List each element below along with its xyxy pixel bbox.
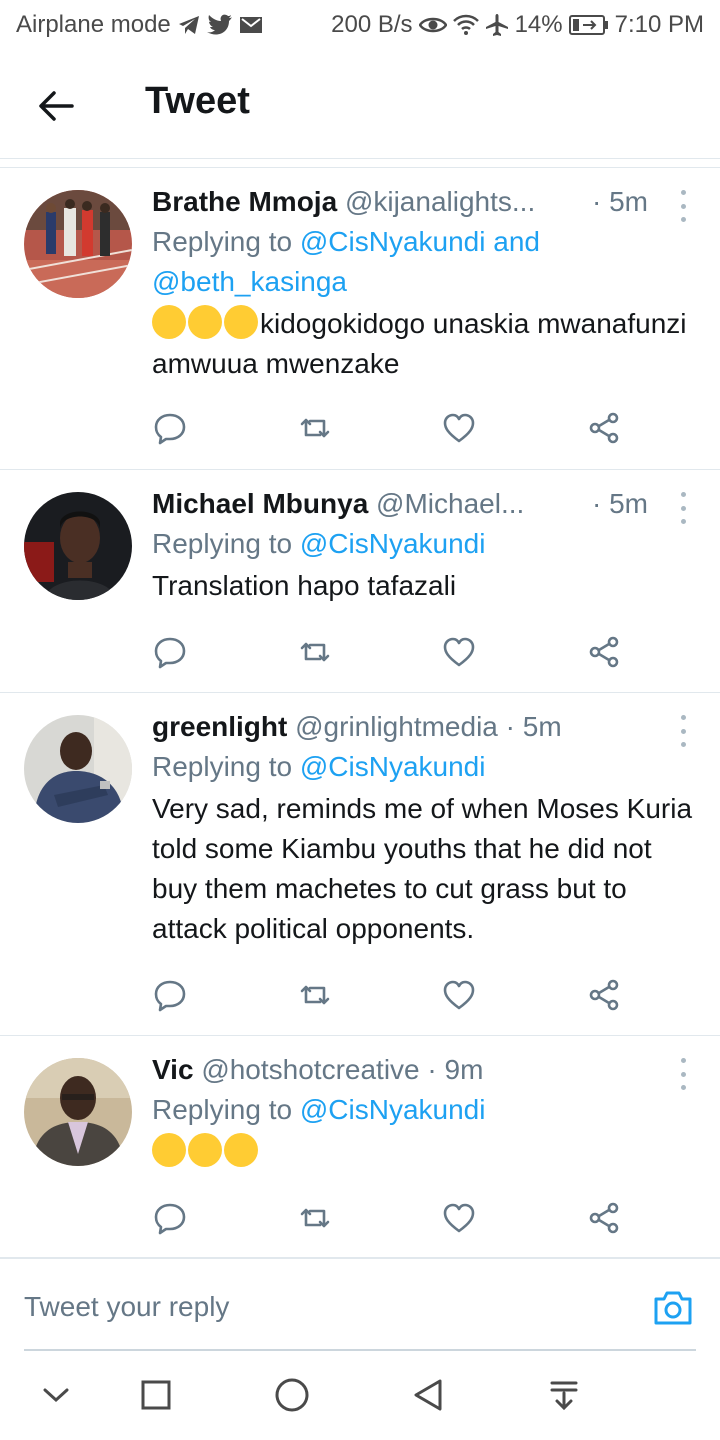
author-name[interactable]: Michael Mbunya xyxy=(152,488,368,519)
share-icon[interactable] xyxy=(586,410,622,446)
replying-to: Replying to @CisNyakundi and @beth_kasin… xyxy=(152,222,700,302)
mention-link[interactable]: @CisNyakundi xyxy=(300,1094,486,1125)
mention-link[interactable]: @CisNyakundi xyxy=(300,528,486,559)
author-handle[interactable]: @hotshotcreative xyxy=(201,1054,419,1085)
header-divider xyxy=(0,158,720,168)
share-icon[interactable] xyxy=(586,1200,622,1236)
tweet-time: · 5m xyxy=(586,182,648,222)
flushed-face-icon xyxy=(152,1133,186,1167)
reply-icon[interactable] xyxy=(152,1200,188,1236)
battery-percent: 14% xyxy=(514,11,563,38)
reply-composer: Tweet your reply xyxy=(0,1258,720,1351)
tweet-body: greenlight @grinlightmedia · 5m Replying… xyxy=(152,707,700,949)
mail-icon xyxy=(239,15,263,35)
retweet-icon[interactable] xyxy=(297,1200,333,1236)
tweet-text-block: kidogokidogo unaskia mwanafunzi amwuua m… xyxy=(152,304,700,384)
page-title: Tweet xyxy=(145,80,250,122)
like-icon[interactable] xyxy=(441,410,477,446)
like-icon[interactable] xyxy=(441,1200,477,1236)
app-header: Tweet xyxy=(0,50,720,160)
loudly-crying-face-icon xyxy=(188,305,222,339)
more-options-icon[interactable] xyxy=(672,492,694,524)
avatar[interactable] xyxy=(24,190,132,298)
share-icon[interactable] xyxy=(586,634,622,670)
more-options-icon[interactable] xyxy=(672,715,694,747)
tweet-text-block xyxy=(152,1132,700,1172)
author-handle[interactable]: @Michael... xyxy=(376,488,524,519)
tweet-actions xyxy=(152,634,622,670)
status-bar: Airplane mode 200 B/s 14% 7:10 PM xyxy=(0,0,720,50)
replying-to-label: Replying to xyxy=(152,226,293,257)
tweet-item[interactable]: Vic @hotshotcreative · 9m Replying to @C… xyxy=(0,1036,720,1258)
system-nav-bar xyxy=(0,1350,720,1440)
status-right: 200 B/s 14% 7:10 PM xyxy=(331,11,704,39)
tweet-meta: Vic @hotshotcreative · 9m xyxy=(152,1050,700,1090)
avatar[interactable] xyxy=(24,492,132,600)
tweet-actions xyxy=(152,410,622,446)
like-icon[interactable] xyxy=(441,634,477,670)
avatar[interactable] xyxy=(24,715,132,823)
author-handle[interactable]: @grinlightmedia xyxy=(295,711,498,742)
back-arrow-icon[interactable] xyxy=(36,86,76,126)
tweet-meta: greenlight @grinlightmedia · 5m xyxy=(152,707,700,747)
clock: 7:10 PM xyxy=(614,11,704,38)
replying-to-label: Replying to xyxy=(152,751,293,782)
back-icon[interactable] xyxy=(405,1372,451,1418)
flushed-face-icon xyxy=(224,1133,258,1167)
avatar[interactable] xyxy=(24,1058,132,1166)
reply-feed: Brathe Mmoja @kijanalights... Replying t… xyxy=(0,168,720,1258)
airplane-icon xyxy=(485,13,509,37)
retweet-icon[interactable] xyxy=(297,634,333,670)
tweet-item[interactable]: greenlight @grinlightmedia · 5m Replying… xyxy=(0,693,720,1036)
reply-icon[interactable] xyxy=(152,634,188,670)
tweet-actions xyxy=(152,977,622,1013)
loudly-crying-face-icon xyxy=(152,305,186,339)
camera-icon[interactable] xyxy=(652,1287,694,1329)
more-options-icon[interactable] xyxy=(672,1058,694,1090)
tweet-actions xyxy=(152,1200,622,1236)
replying-to: Replying to @CisNyakundi xyxy=(152,524,700,564)
loudly-crying-face-icon xyxy=(224,305,258,339)
status-left: Airplane mode xyxy=(16,11,263,39)
like-icon[interactable] xyxy=(441,977,477,1013)
reply-input[interactable]: Tweet your reply xyxy=(24,1291,229,1323)
twitter-icon xyxy=(206,14,233,36)
share-icon[interactable] xyxy=(586,977,622,1013)
battery-icon xyxy=(568,14,609,36)
eye-icon xyxy=(418,15,447,35)
telegram-icon xyxy=(177,14,201,36)
tweet-item[interactable]: Brathe Mmoja @kijanalights... Replying t… xyxy=(0,168,720,470)
chevron-down-icon[interactable] xyxy=(33,1372,79,1418)
tweet-text: Translation hapo tafazali xyxy=(152,570,457,601)
tweet-time: · 5m xyxy=(586,484,648,524)
retweet-icon[interactable] xyxy=(297,977,333,1013)
replying-to-label: Replying to xyxy=(152,528,293,559)
author-name[interactable]: Vic xyxy=(152,1054,194,1085)
reply-icon[interactable] xyxy=(152,410,188,446)
notification-pull-down-icon[interactable] xyxy=(541,1372,587,1418)
tweet-text: Very sad, reminds me of when Moses Kuria… xyxy=(152,793,693,944)
author-name[interactable]: greenlight xyxy=(152,711,287,742)
airplane-mode-label: Airplane mode xyxy=(16,11,171,38)
author-name[interactable]: Brathe Mmoja xyxy=(152,186,337,217)
tweet-item[interactable]: Michael Mbunya @Michael... Replying to @… xyxy=(0,470,720,693)
mention-link[interactable]: @CisNyakundi xyxy=(300,751,486,782)
replying-to: Replying to @CisNyakundi xyxy=(152,1090,700,1130)
flushed-face-icon xyxy=(188,1133,222,1167)
recent-apps-icon[interactable] xyxy=(133,1372,179,1418)
wifi-icon xyxy=(452,14,479,36)
tweet-time: · 5m xyxy=(505,711,562,742)
more-options-icon[interactable] xyxy=(672,190,694,222)
author-handle[interactable]: @kijanalights... xyxy=(345,186,535,217)
home-icon[interactable] xyxy=(269,1372,315,1418)
tweet-time: · 9m xyxy=(427,1054,484,1085)
network-speed: 200 B/s xyxy=(331,11,413,38)
replying-to-label: Replying to xyxy=(152,1094,293,1125)
tweet-body: Vic @hotshotcreative · 9m Replying to @C… xyxy=(152,1050,700,1172)
reply-icon[interactable] xyxy=(152,977,188,1013)
retweet-icon[interactable] xyxy=(297,410,333,446)
replying-to: Replying to @CisNyakundi xyxy=(152,747,700,787)
